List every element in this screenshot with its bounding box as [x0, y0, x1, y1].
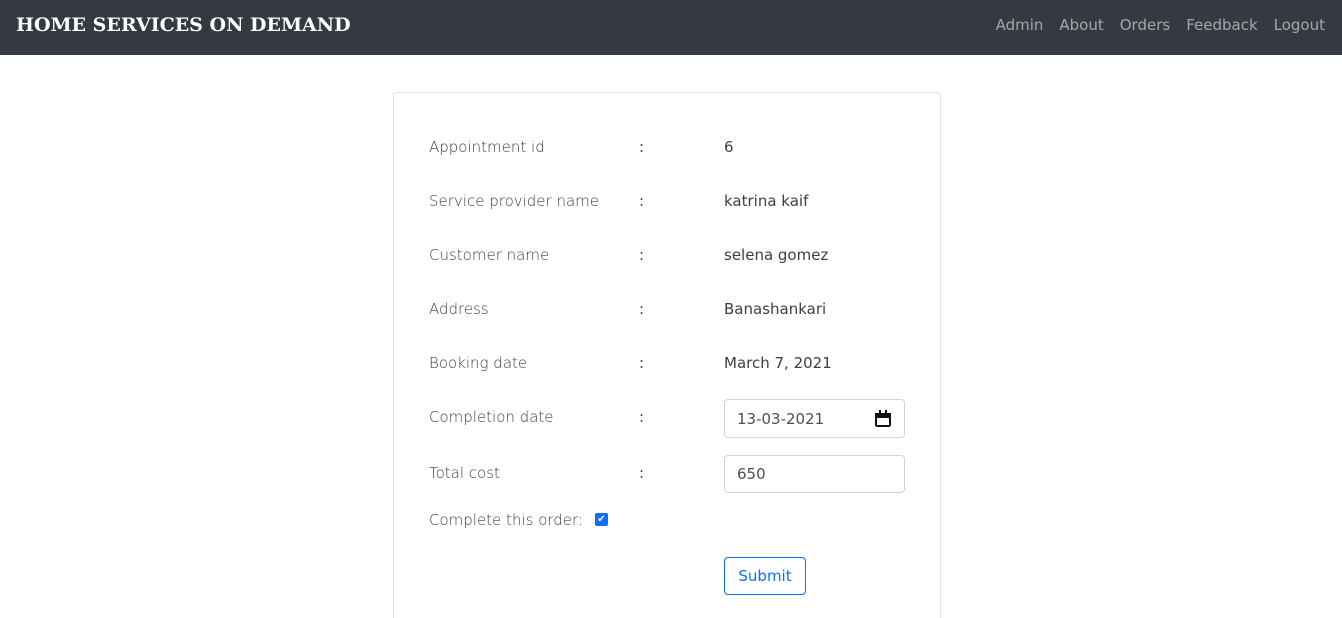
appointment-id-label: Appointment id	[429, 138, 545, 156]
service-provider-label: Service provider name	[429, 192, 600, 210]
nav-links: Admin About Orders Feedback Logout	[996, 16, 1325, 34]
booking-date-label: Booking date	[429, 354, 528, 372]
nav-link-orders[interactable]: Orders	[1120, 16, 1170, 34]
colon: :	[639, 354, 645, 372]
complete-order-label: Complete this order:	[429, 511, 583, 529]
completion-date-label: Completion date	[429, 408, 554, 426]
address-value: Banashankari	[724, 300, 827, 318]
nav-link-about[interactable]: About	[1059, 16, 1103, 34]
complete-order-checkbox[interactable]: ✔	[595, 513, 608, 526]
colon: :	[639, 192, 645, 210]
nav-link-admin[interactable]: Admin	[996, 16, 1044, 34]
calendar-icon[interactable]	[874, 409, 892, 428]
submit-button[interactable]: Submit	[724, 557, 806, 595]
completion-date-value: 13-03-2021	[737, 409, 825, 428]
nav-link-feedback[interactable]: Feedback	[1186, 16, 1257, 34]
address-label: Address	[429, 300, 489, 318]
appointment-id-value: 6	[724, 138, 734, 156]
colon: :	[639, 138, 645, 156]
total-cost-input[interactable]: 650	[724, 455, 905, 493]
nav-link-logout[interactable]: Logout	[1274, 16, 1325, 34]
colon: :	[639, 408, 645, 426]
completion-date-input[interactable]: 13-03-2021	[724, 399, 905, 438]
colon: :	[639, 300, 645, 318]
booking-date-value: March 7, 2021	[724, 354, 832, 372]
total-cost-value: 650	[737, 465, 766, 483]
colon: :	[639, 464, 645, 482]
navbar: HOME SERVICES ON DEMAND Admin About Orde…	[0, 0, 1342, 55]
customer-name-value: selena gomez	[724, 246, 829, 264]
service-provider-value: katrina kaif	[724, 192, 809, 210]
colon: :	[639, 246, 645, 264]
customer-name-label: Customer name	[429, 246, 550, 264]
brand-title[interactable]: HOME SERVICES ON DEMAND	[16, 14, 351, 36]
total-cost-label: Total cost	[429, 464, 500, 482]
